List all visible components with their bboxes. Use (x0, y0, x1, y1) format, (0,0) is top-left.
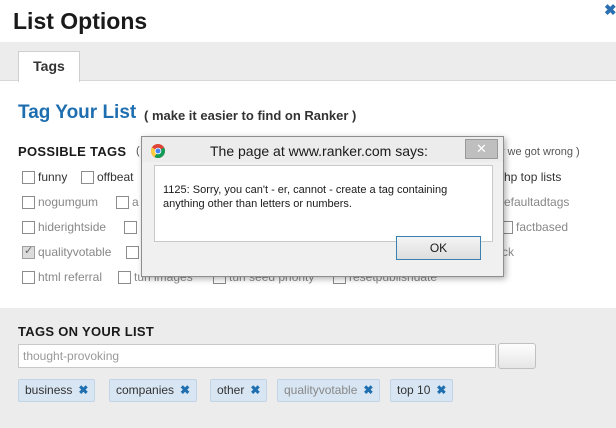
checkbox-label: hp top lists (504, 170, 562, 184)
checkbox-label: hiderightside (38, 220, 107, 234)
remove-tag-icon[interactable]: ✖ (363, 383, 373, 397)
checkbox-funny[interactable] (22, 171, 35, 184)
remove-tag-icon[interactable]: ✖ (78, 383, 88, 397)
tag-chip: companies ✖ (109, 379, 198, 402)
tab-bar (0, 42, 616, 81)
tag-chip-label: other (217, 383, 245, 397)
possible-tags-heading: POSSIBLE TAGS (18, 144, 127, 159)
checkbox-qualityvotable[interactable] (22, 244, 35, 259)
section-heading: Tag Your List (18, 102, 137, 123)
checkbox-label: html referral (38, 270, 103, 284)
add-tag-button[interactable] (498, 343, 536, 369)
dialog-title: The page at www.ranker.com says: (210, 143, 428, 159)
chrome-icon (151, 144, 165, 158)
remove-tag-icon[interactable]: ✖ (250, 383, 260, 397)
tab-tags[interactable]: Tags (18, 51, 80, 82)
tag-chip-label: qualityvotable (284, 383, 358, 397)
checkbox-a[interactable] (116, 196, 129, 209)
tag-chip: other ✖ (210, 379, 268, 402)
tag-chip: business ✖ (18, 379, 96, 402)
your-tags-heading: TAGS ON YOUR LIST (18, 324, 155, 339)
tag-chip-label: business (25, 383, 73, 397)
checkbox-label: nogumgum (38, 195, 99, 209)
tag-chip: top 10 ✖ (390, 379, 454, 402)
checkbox-label: factbased (516, 220, 569, 234)
possible-tags-note-end: y we got wrong ) (499, 146, 580, 158)
checkbox-html-referral[interactable] (22, 271, 35, 284)
checkbox-nogumgum[interactable] (22, 196, 35, 209)
checkbox-label: a (132, 195, 139, 209)
checkbox-tun-images[interactable] (118, 271, 131, 284)
dialog-message: 1125: Sorry, you can't - er, cannot - cr… (163, 184, 448, 210)
close-icon[interactable]: ✖ (604, 3, 616, 18)
tag-input[interactable] (18, 344, 496, 368)
checkbox-hiderightside[interactable] (22, 221, 35, 234)
tag-chip: qualityvotable ✖ (277, 379, 381, 402)
dialog-body: 1125: Sorry, you can't - er, cannot - cr… (154, 165, 493, 242)
checkbox-hidden[interactable] (126, 246, 139, 259)
remove-tag-icon[interactable]: ✖ (180, 383, 190, 397)
checkbox-label: qualityvotable (38, 245, 112, 259)
section-subheading: ( make it easier to find on Ranker ) (144, 108, 357, 123)
checkbox-label: efaultadtags (504, 195, 570, 209)
possible-tags-note-start: ( (136, 145, 140, 157)
checkbox-offbeat[interactable] (81, 171, 94, 184)
ok-button[interactable]: OK (396, 236, 481, 260)
checkbox-label: funny (38, 170, 68, 184)
checkbox-label: offbeat (97, 170, 134, 184)
remove-tag-icon[interactable]: ✖ (436, 383, 446, 397)
page-title: List Options (13, 8, 148, 34)
alert-dialog: The page at www.ranker.com says: ✕ 1125:… (141, 136, 504, 277)
tag-chip-label: top 10 (397, 383, 431, 397)
checkbox-hidden[interactable] (124, 221, 137, 234)
tag-chip-label: companies (116, 383, 175, 397)
dialog-close-button[interactable]: ✕ (465, 139, 498, 159)
